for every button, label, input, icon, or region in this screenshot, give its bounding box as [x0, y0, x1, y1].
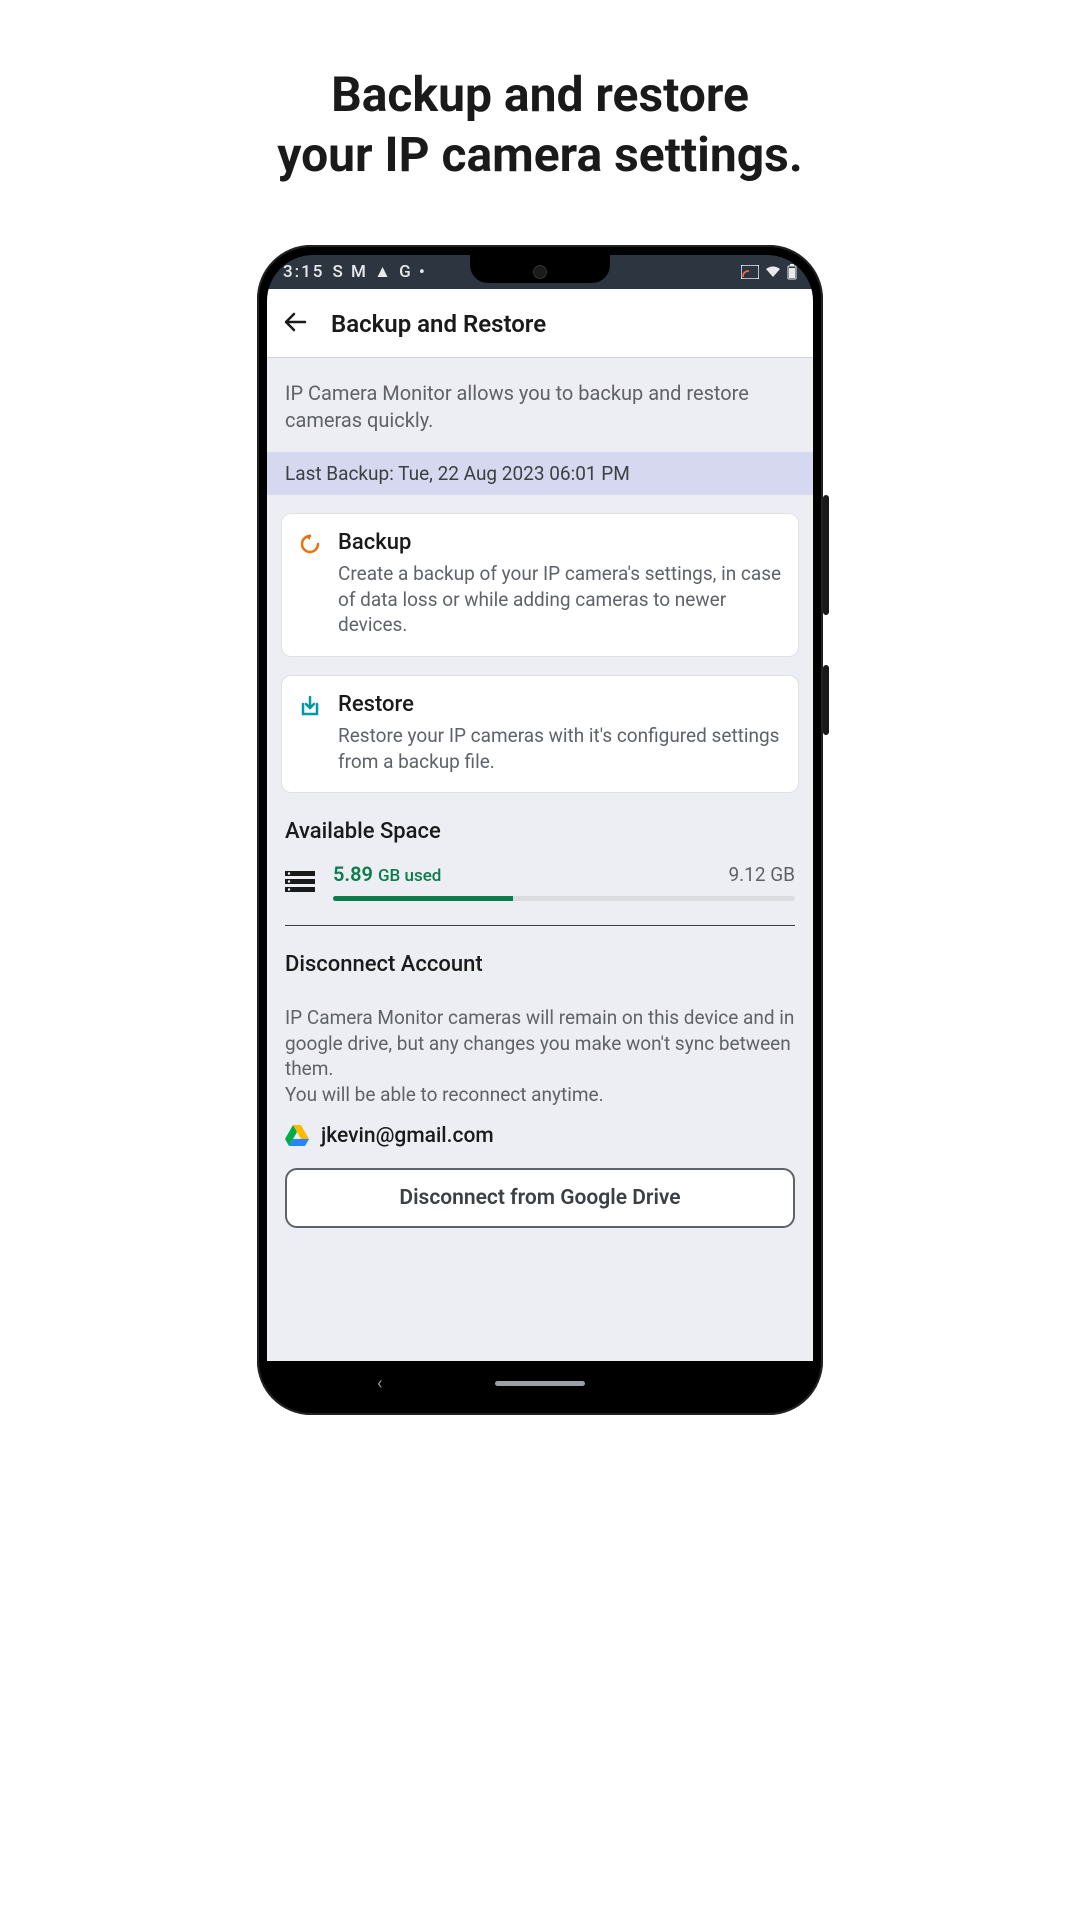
intro-text: IP Camera Monitor allows you to backup a…: [267, 358, 813, 452]
front-camera: [533, 265, 547, 279]
cast-icon: [741, 265, 759, 279]
restore-desc: Restore your IP cameras with it's config…: [338, 723, 782, 774]
space-progress-fill: [333, 896, 513, 901]
app-header: Backup and Restore: [267, 289, 813, 358]
back-arrow-icon[interactable]: [283, 309, 307, 339]
restore-title: Restore: [338, 692, 782, 717]
storage-icon: [285, 870, 315, 894]
backup-title: Backup: [338, 530, 782, 555]
last-backup-banner: Last Backup: Tue, 22 Aug 2023 06:01 PM: [267, 452, 813, 495]
restore-icon: [298, 694, 322, 718]
backup-desc: Create a backup of your IP camera's sett…: [338, 561, 782, 638]
space-total: 9.12 GB: [728, 863, 795, 886]
disconnect-title: Disconnect Account: [285, 952, 795, 977]
account-row: jkevin@gmail.com: [267, 1108, 813, 1148]
google-drive-icon: [285, 1125, 309, 1147]
restore-card[interactable]: Restore Restore your IP cameras with it'…: [281, 675, 799, 793]
nav-pill[interactable]: [495, 1381, 585, 1386]
disconnect-button[interactable]: Disconnect from Google Drive: [285, 1168, 795, 1228]
status-time: 3:15: [283, 262, 324, 282]
space-used: 5.89 GB used: [333, 862, 441, 886]
wifi-icon: [765, 266, 781, 278]
battery-icon: [787, 264, 797, 280]
nav-back-icon[interactable]: ‹: [377, 1373, 382, 1394]
side-button: [823, 665, 829, 735]
available-space-section: Available Space 5.89 GB used 9.12 GB: [267, 793, 813, 901]
space-progress-track: [333, 896, 795, 901]
page-title: Backup and Restore: [331, 310, 546, 338]
side-button: [823, 495, 829, 615]
content-scroll[interactable]: IP Camera Monitor allows you to backup a…: [267, 358, 813, 1361]
available-space-title: Available Space: [285, 819, 795, 844]
promo-heading: Backup and restore your IP camera settin…: [277, 65, 803, 185]
disconnect-section: Disconnect Account: [267, 926, 813, 977]
status-icons-left: S M ▲ G •: [332, 262, 426, 282]
backup-icon: [298, 532, 322, 556]
account-email: jkevin@gmail.com: [321, 1124, 494, 1148]
phone-frame: 3:15 S M ▲ G • Backup and Restore IP Cam…: [257, 245, 823, 1415]
nav-bar: ‹: [267, 1361, 813, 1405]
status-icons-right: [741, 264, 797, 280]
disconnect-desc: IP Camera Monitor cameras will remain on…: [267, 995, 813, 1108]
backup-card[interactable]: Backup Create a backup of your IP camera…: [281, 513, 799, 657]
